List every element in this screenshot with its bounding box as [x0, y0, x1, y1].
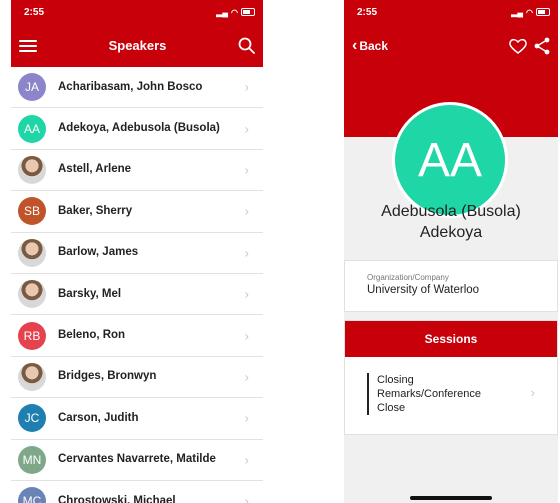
- speaker-avatar: SB: [18, 197, 46, 226]
- search-icon[interactable]: [238, 37, 255, 54]
- signal-icon: ▂▄: [511, 7, 524, 17]
- chevron-right-icon: ›: [244, 328, 249, 344]
- speaker-row[interactable]: Barlow, James ›: [11, 233, 263, 274]
- battery-icon: [536, 8, 550, 16]
- speaker-name: Acharibasam, John Bosco: [58, 80, 203, 93]
- chevron-right-icon: ›: [530, 385, 535, 400]
- status-time: 2:55: [24, 6, 45, 18]
- speaker-row[interactable]: Bridges, Bronwyn ›: [11, 357, 263, 399]
- speaker-row[interactable]: JC Carson, Judith ›: [11, 398, 263, 440]
- status-time: 2:55: [357, 6, 378, 18]
- speakers-screen: 2:55 ▂▄ ◠ Speakers JA Acharibasam, John B…: [11, 0, 263, 503]
- sessions-card: Sessions Closing Remarks/Conference Clos…: [344, 320, 558, 435]
- chevron-right-icon: ›: [244, 162, 249, 178]
- speaker-name: Beleno, Ron: [58, 329, 126, 342]
- speaker-name: Astell, Arlene: [58, 163, 132, 176]
- speaker-name: Adekoya, Adebusola (Busola): [58, 122, 220, 135]
- menu-icon[interactable]: [19, 39, 37, 52]
- home-indicator[interactable]: [410, 496, 492, 500]
- speaker-name: Chrostowski, Michael: [58, 494, 176, 503]
- detail-navbar: ‹ Back: [344, 24, 558, 67]
- chevron-right-icon: ›: [244, 410, 249, 426]
- speakers-navbar: Speakers: [11, 24, 263, 67]
- speaker-avatar: RB: [18, 321, 46, 350]
- chevron-right-icon: ›: [244, 121, 249, 137]
- status-bar: 2:55 ▂▄ ◠: [344, 0, 558, 24]
- name-line-2: Adekoya: [419, 224, 483, 241]
- speaker-name: Baker, Sherry: [58, 204, 133, 217]
- chevron-right-icon: ›: [244, 493, 249, 503]
- chevron-right-icon: ›: [244, 245, 249, 261]
- back-label: Back: [359, 38, 389, 53]
- speaker-detail-screen: 2:55 ▂▄ ◠ ‹ Back AA Adebusola (Busola) A…: [344, 0, 558, 503]
- speaker-avatar: [18, 362, 46, 391]
- speaker-row[interactable]: JA Acharibasam, John Bosco ›: [11, 67, 263, 109]
- chevron-left-icon: ‹: [352, 36, 358, 54]
- organization-value: University of Waterloo: [367, 284, 480, 296]
- chevron-right-icon: ›: [244, 79, 249, 95]
- chevron-right-icon: ›: [244, 452, 249, 468]
- speaker-row[interactable]: MN Cervantes Navarrete, Matilde ›: [11, 440, 263, 481]
- speaker-row[interactable]: RB Beleno, Ron ›: [11, 315, 263, 357]
- chevron-right-icon: ›: [244, 369, 249, 385]
- chevron-right-icon: ›: [244, 203, 249, 219]
- speaker-list: JA Acharibasam, John Bosco › AA Adekoya, Ade…: [11, 67, 263, 503]
- sessions-header: Sessions: [345, 321, 557, 357]
- speaker-row[interactable]: SB Baker, Sherry ›: [11, 191, 263, 233]
- speaker-avatar: JA: [18, 73, 46, 102]
- speaker-avatar: MC: [18, 487, 46, 503]
- page-title: Speakers: [108, 38, 167, 53]
- speaker-row[interactable]: MC Chrostowski, Michael ›: [11, 481, 263, 503]
- speaker-avatar: [18, 155, 46, 184]
- speaker-name: Carson, Judith: [58, 411, 139, 424]
- session-item[interactable]: Closing Remarks/Conference Close: [367, 373, 497, 415]
- battery-icon: [241, 8, 255, 16]
- speaker-avatar: MN: [18, 445, 46, 474]
- wifi-icon: ◠: [526, 7, 533, 17]
- organization-card: Organization/Company University of Water…: [344, 260, 558, 312]
- speaker-full-name: Adebusola (Busola) Adekoya: [344, 201, 558, 243]
- speaker-row[interactable]: Barsky, Mel ›: [11, 274, 263, 316]
- chevron-right-icon: ›: [244, 286, 249, 302]
- status-icons: ▂▄ ◠: [216, 8, 255, 17]
- speaker-row[interactable]: AA Adekoya, Adebusola (Busola) ›: [11, 108, 263, 150]
- speaker-name: Barlow, James: [58, 246, 139, 259]
- speaker-name: Barsky, Mel: [58, 287, 122, 300]
- name-line-1: Adebusola (Busola): [381, 203, 521, 220]
- speaker-name: Bridges, Bronwyn: [58, 370, 157, 383]
- organization-label: Organization/Company: [367, 273, 449, 282]
- status-icons: ▂▄ ◠: [511, 8, 550, 17]
- speaker-avatar: [18, 280, 46, 309]
- wifi-icon: ◠: [231, 7, 238, 17]
- speaker-row[interactable]: Astell, Arlene ›: [11, 150, 263, 192]
- speakers-header: 2:55 ▂▄ ◠ Speakers: [11, 0, 263, 67]
- share-icon[interactable]: [534, 37, 550, 55]
- speaker-avatar: JC: [18, 404, 46, 433]
- back-button[interactable]: ‹ Back: [352, 37, 388, 55]
- status-bar: 2:55 ▂▄ ◠: [11, 0, 263, 24]
- speaker-avatar: [18, 238, 46, 267]
- heart-icon[interactable]: [508, 37, 528, 55]
- detail-actions: [508, 37, 550, 55]
- signal-icon: ▂▄: [216, 7, 229, 17]
- speaker-avatar: AA: [18, 114, 46, 143]
- speaker-name: Cervantes Navarrete, Matilde: [58, 453, 216, 466]
